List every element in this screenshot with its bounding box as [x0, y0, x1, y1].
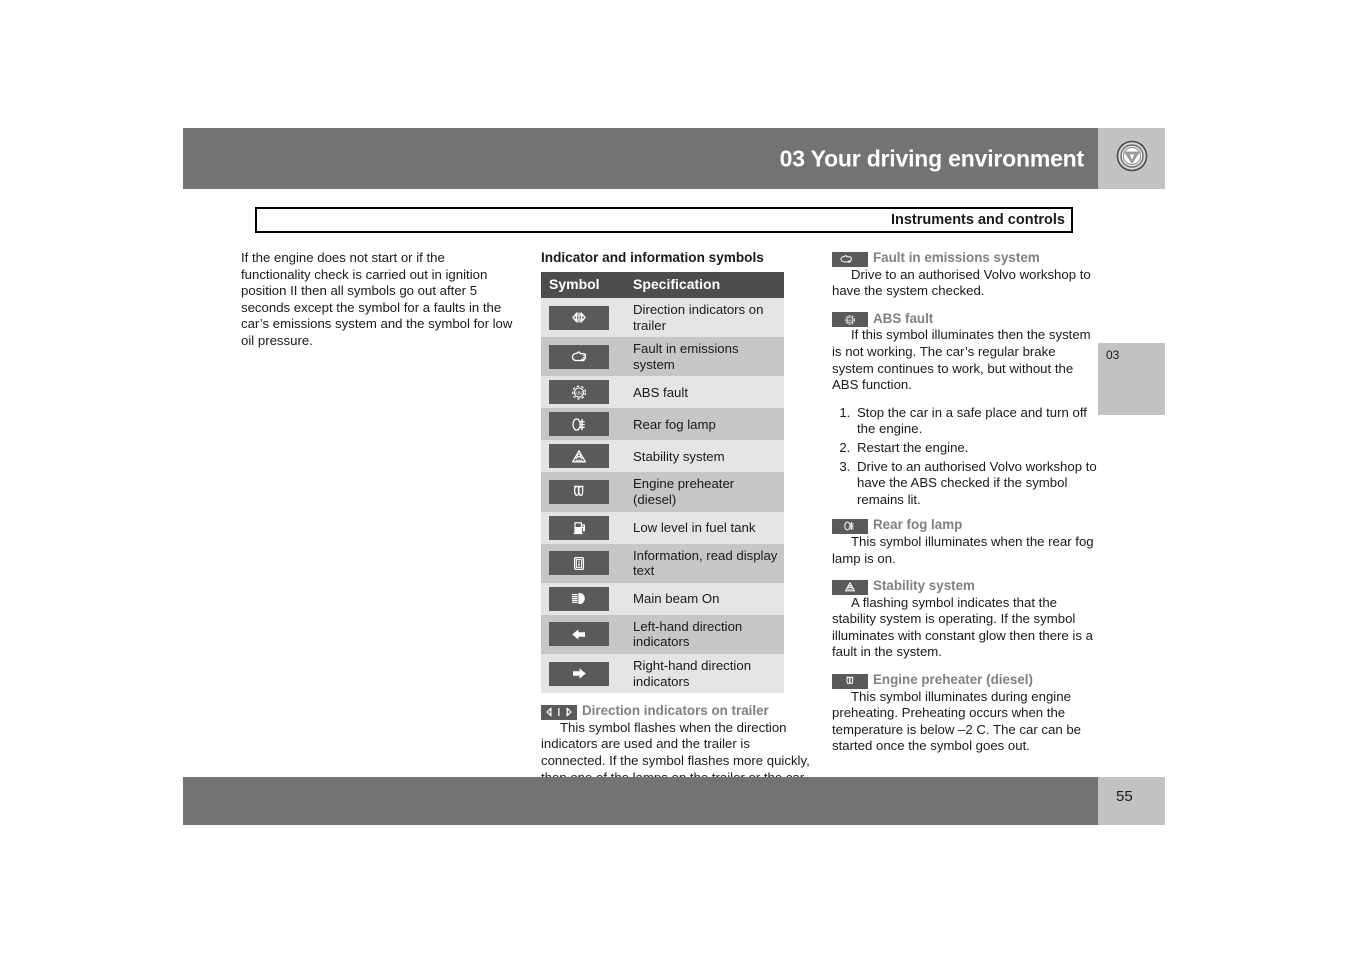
section-rear-fog-lamp: Rear fog lamp This symbol illuminates wh…: [832, 517, 1098, 567]
engine-preheater-icon: [549, 479, 609, 504]
table-row: Fault in emissions system: [541, 337, 784, 377]
column-header-specification: Specification: [625, 272, 784, 298]
spec-cell: Direction indicators on trailer: [625, 298, 784, 338]
section-body: A flashing symbol indicates that the sta…: [832, 594, 1093, 660]
section-body: If this symbol illuminates then the syst…: [832, 327, 1091, 393]
symbols-table-heading: Indicator and information symbols: [541, 250, 764, 265]
right-column: Fault in emissions system Drive to an au…: [832, 250, 1098, 766]
table-row: Left-hand direction indicators: [541, 614, 784, 654]
section-title: Fault in emissions system: [873, 250, 1040, 265]
symbol-cell: [541, 298, 625, 338]
symbol-cell: [541, 582, 625, 615]
list-item: Restart the engine.: [854, 440, 1098, 457]
page-number: 55: [1116, 788, 1133, 805]
symbol-cell: [541, 337, 625, 377]
chapter-number: 03: [1106, 348, 1120, 362]
direction-indicators-trailer-icon: [549, 305, 609, 330]
left-column: If the engine does not start or if the f…: [241, 250, 513, 361]
spec-cell: ABS fault: [625, 376, 784, 409]
section-subtitle: Instruments and controls: [890, 212, 1065, 228]
section-title: ABS fault: [873, 310, 934, 326]
spec-cell: Engine preheater (diesel): [625, 472, 784, 512]
abs-fault-icon: ABS: [832, 312, 868, 328]
direction-indicators-trailer-icon: [541, 704, 577, 720]
table-row: Low level in fuel tank: [541, 511, 784, 544]
section-engine-preheater: Engine preheater (diesel) This symbol il…: [832, 672, 1098, 755]
table-row: Right-hand direction indicators: [541, 653, 784, 694]
information-icon: [549, 551, 609, 576]
volvo-emblem-container: [1098, 128, 1165, 189]
symbol-cell: [541, 653, 625, 694]
volvo-emblem-icon: [1116, 140, 1148, 177]
symbol-cell: [541, 408, 625, 441]
abs-fault-icon: ABS: [549, 380, 609, 405]
chapter-side-tab: 03: [1098, 343, 1165, 415]
intro-paragraph: If the engine does not start or if the f…: [241, 250, 513, 348]
table-row: ABS ABS fault: [541, 376, 784, 409]
symbol-cell: [541, 472, 625, 512]
abs-steps-list: Stop the car in a safe place and turn of…: [832, 405, 1098, 509]
table-row: Rear fog lamp: [541, 408, 784, 441]
emissions-fault-icon: [832, 251, 868, 267]
main-beam-icon: [549, 586, 609, 611]
table-row: Stability system: [541, 440, 784, 473]
table-header-row: Symbol Specification: [541, 272, 784, 298]
symbol-cell: [541, 614, 625, 654]
spec-cell: Fault in emissions system: [625, 337, 784, 377]
note-title: Direction indicators on trailer: [582, 703, 769, 719]
table-row: Information, read display text: [541, 543, 784, 583]
table-row: Direction indicators on trailer: [541, 298, 784, 338]
spec-cell: Low level in fuel tank: [625, 511, 784, 544]
spec-cell: Information, read display text: [625, 543, 784, 583]
rear-fog-lamp-icon: [832, 518, 868, 534]
chapter-header-band: 03 Your driving environment: [183, 128, 1098, 189]
section-title: Engine preheater (diesel): [873, 672, 1033, 688]
spec-cell: Stability system: [625, 440, 784, 473]
spec-cell: Main beam On: [625, 582, 784, 615]
left-arrow-icon: [549, 622, 609, 647]
section-title: Rear fog lamp: [873, 517, 963, 533]
footer-page-box: 55: [1098, 777, 1165, 825]
table-row: Engine preheater (diesel): [541, 472, 784, 512]
stability-system-icon: [549, 444, 609, 469]
indicator-symbols-table: Symbol Specification Direction indicator…: [541, 272, 784, 694]
svg-text:ABS: ABS: [847, 318, 853, 322]
column-header-symbol: Symbol: [541, 272, 625, 298]
spec-cell: Right-hand direction indicators: [625, 653, 784, 694]
section-abs-fault: ABS ABS fault If this symbol illuminates…: [832, 311, 1098, 394]
list-item: Stop the car in a safe place and turn of…: [854, 405, 1098, 438]
section-body: This symbol illuminates when the rear fo…: [832, 533, 1094, 566]
spec-cell: Left-hand direction indicators: [625, 614, 784, 654]
middle-column: Indicator and information symbols Symbol…: [541, 250, 815, 814]
section-subtitle-bar: Instruments and controls: [255, 207, 1073, 233]
symbol-cell: [541, 511, 625, 544]
footer-band: [183, 777, 1098, 825]
section-title: Stability system: [873, 578, 975, 594]
right-arrow-icon: [549, 661, 609, 686]
symbol-cell: [541, 543, 625, 583]
section-fault-in-emissions-system: Fault in emissions system Drive to an au…: [832, 250, 1098, 300]
svg-text:ABS: ABS: [575, 390, 584, 395]
spec-cell: Rear fog lamp: [625, 408, 784, 441]
symbol-cell: ABS: [541, 376, 625, 409]
emissions-fault-icon: [549, 344, 609, 369]
rear-fog-lamp-icon: [549, 412, 609, 437]
section-body: This symbol illuminates during engine pr…: [832, 688, 1081, 754]
low-fuel-icon: [549, 515, 609, 540]
page-title: 03 Your driving environment: [779, 145, 1085, 171]
list-item: Drive to an authorised Volvo workshop to…: [854, 459, 1098, 509]
stability-system-icon: [832, 579, 868, 595]
engine-preheater-icon: [832, 673, 868, 689]
table-row: Main beam On: [541, 582, 784, 615]
symbol-cell: [541, 440, 625, 473]
section-body: Drive to an authorised Volvo workshop to…: [832, 266, 1091, 299]
section-stability-system: Stability system A flashing symbol indic…: [832, 578, 1098, 661]
